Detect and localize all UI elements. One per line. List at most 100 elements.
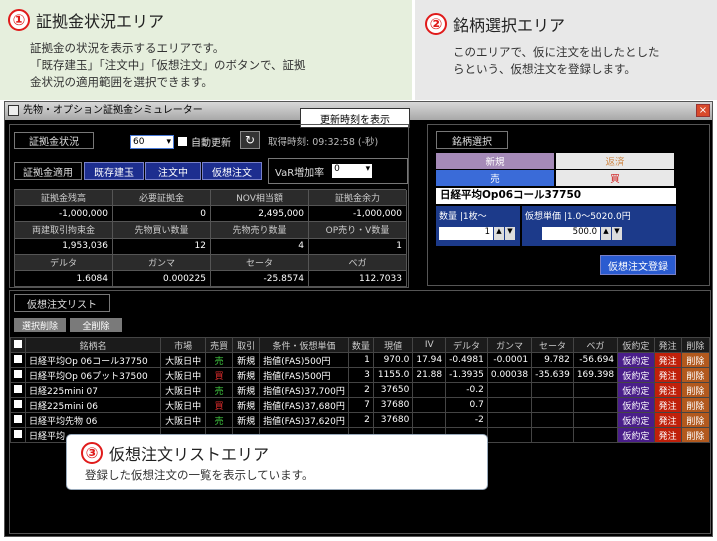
margin-grid-value: -25.8574 <box>211 270 309 288</box>
table-row[interactable]: 日経225mini 07 大阪日中売新規 指値(FAS)37,700円 2 37650 -… <box>10 382 711 398</box>
table-cell <box>531 412 574 428</box>
place-order-button[interactable]: 発注 <box>653 427 682 443</box>
margin-grid-header: ガンマ <box>113 254 211 271</box>
auto-update-checkbox[interactable] <box>178 137 187 146</box>
delete-row-button[interactable]: 削除 <box>680 382 711 398</box>
symbol-name-field[interactable]: 日経平均Op06コール37750 <box>436 188 676 204</box>
margin-grid-header: OP売り・V数量 <box>309 222 407 239</box>
qty-input[interactable]: 1 <box>439 227 493 240</box>
margin-grid-header: デルタ <box>15 254 113 271</box>
place-order-button[interactable]: 発注 <box>653 352 682 368</box>
table-cell <box>486 397 533 413</box>
panel2-desc-line1: このエリアで、仮に注文を出したとした <box>453 45 660 59</box>
refresh-button[interactable]: ↻ <box>240 131 260 149</box>
table-cell <box>412 412 447 428</box>
delete-row-button[interactable]: 削除 <box>680 412 711 428</box>
column-header: 銘柄名 <box>24 337 162 353</box>
register-virtual-order-button[interactable]: 仮想注文登録 <box>600 255 676 275</box>
table-row[interactable]: 日経平均先物 06 大阪日中売新規 指値(FAS)37,620円 2 37680 -2 仮約… <box>10 412 711 428</box>
provisional-fill-button[interactable]: 仮約定 <box>617 397 655 413</box>
settle-button[interactable]: 返済 <box>556 153 674 169</box>
place-order-button[interactable]: 発注 <box>653 412 682 428</box>
place-order-button[interactable]: 発注 <box>653 397 682 413</box>
window-title: 先物・オプション証拠金シミュレーター <box>23 105 203 116</box>
qty-box: 数量 |1枚～ 1 ▲ ▼ <box>436 206 520 246</box>
number-two-icon: ② <box>425 13 447 35</box>
var-select[interactable]: 0 ▾ <box>332 164 373 178</box>
margin-grid-value: 1,953,036 <box>15 238 113 255</box>
row-checkbox[interactable] <box>10 382 26 398</box>
virtual-order-button[interactable]: 仮想注文 <box>202 162 262 180</box>
pending-order-button[interactable]: 注文中 <box>145 162 201 180</box>
delete-all-button[interactable]: 全削除 <box>70 318 122 332</box>
existing-position-button[interactable]: 既存建玉 <box>84 162 144 180</box>
qty-down-icon[interactable]: ▼ <box>505 227 515 240</box>
panel3-description: 登録した仮想注文の一覧を表示しています。 <box>85 468 314 482</box>
select-all-checkbox[interactable] <box>10 337 26 353</box>
table-cell: 買 <box>205 397 234 413</box>
delete-row-button[interactable]: 削除 <box>680 352 711 368</box>
new-order-button[interactable]: 新規 <box>436 153 554 169</box>
margin-grid-value: 1 <box>309 238 407 255</box>
qty-up-icon[interactable]: ▲ <box>494 227 504 240</box>
price-input[interactable]: 500.0 <box>542 227 600 240</box>
table-row[interactable]: 日経225mini 06 大阪日中買新規 指値(FAS)37,680円 7 37680 0… <box>10 397 711 413</box>
column-header: 市場 <box>160 337 207 353</box>
table-cell: 買 <box>205 367 234 383</box>
margin-grid-value: 0 <box>113 206 211 223</box>
table-cell: 指値(FAS)500円 <box>259 367 349 383</box>
row-checkbox[interactable] <box>10 397 26 413</box>
margin-grid-header: 先物売り数量 <box>211 222 309 239</box>
column-header: セータ <box>531 337 574 353</box>
margin-grid-value: 112.7033 <box>309 270 407 288</box>
table-cell <box>572 412 619 428</box>
column-header: 削除 <box>680 337 711 353</box>
table-header-row: 銘柄名 市場 売買 取引 条件・仮想単価 数量 現値 IV デルタ ガンマ セータ ベガ 仮約定 発注 削除 <box>10 337 711 353</box>
table-cell: 大阪日中 <box>160 352 207 368</box>
delete-row-button[interactable]: 削除 <box>680 427 711 443</box>
table-cell: 新規 <box>232 352 261 368</box>
provisional-fill-button[interactable]: 仮約定 <box>617 352 655 368</box>
var-increase-group: VaR増加率 0 ▾ <box>268 158 408 184</box>
provisional-fill-button[interactable]: 仮約定 <box>617 427 655 443</box>
row-checkbox[interactable] <box>10 367 26 383</box>
price-up-icon[interactable]: ▲ <box>601 227 611 240</box>
table-cell: -0.0001 <box>486 352 533 368</box>
price-down-icon[interactable]: ▼ <box>612 227 622 240</box>
provisional-fill-button[interactable]: 仮約定 <box>617 412 655 428</box>
margin-status-section: 証拠金状況 60 ▾ 自動更新 ↻ 取得時刻: 09:32:58 (-秒) 証拠金… <box>9 124 409 288</box>
table-cell: 売 <box>205 382 234 398</box>
table-cell: 指値(FAS)37,680円 <box>259 397 349 413</box>
period-select-value: 60 <box>133 137 145 147</box>
table-cell: 0.7 <box>445 397 488 413</box>
table-row[interactable]: 日経平均Op 06コール37750 大阪日中売新規 指値(FAS)500円 1 970.… <box>10 352 711 368</box>
table-row[interactable]: 日経平均Op 06プット37500 大阪日中買新規 指値(FAS)500円 3 1155… <box>10 367 711 383</box>
panel3-heading: ③ 仮想注文リストエリア <box>81 441 269 465</box>
table-cell: 大阪日中 <box>160 382 207 398</box>
place-order-button[interactable]: 発注 <box>653 367 682 383</box>
buy-button[interactable]: 買 <box>556 170 674 186</box>
row-checkbox[interactable] <box>10 427 26 443</box>
margin-grid-value: 4 <box>211 238 309 255</box>
sell-button[interactable]: 売 <box>436 170 554 186</box>
delete-row-button[interactable]: 削除 <box>680 397 711 413</box>
provisional-fill-button[interactable]: 仮約定 <box>617 367 655 383</box>
provisional-fill-button[interactable]: 仮約定 <box>617 382 655 398</box>
period-select[interactable]: 60 ▾ <box>130 135 174 149</box>
virtual-order-list-title: 仮想注文リスト <box>14 294 110 312</box>
var-value: 0 <box>334 164 340 174</box>
delete-selected-button[interactable]: 選択削除 <box>14 318 66 332</box>
table-cell <box>531 397 574 413</box>
panel2-description: このエリアで、仮に注文を出したとした らという、仮想注文を登録します。 <box>453 44 660 78</box>
row-checkbox[interactable] <box>10 412 26 428</box>
margin-grid-header: 必要証拠金 <box>113 190 211 207</box>
column-header: 現値 <box>372 337 414 353</box>
delete-row-button[interactable]: 削除 <box>680 367 711 383</box>
close-button[interactable]: × <box>696 104 710 117</box>
symbol-select-title: 銘柄選択 <box>436 131 508 149</box>
margin-grid-value: 1.6084 <box>15 270 113 288</box>
place-order-button[interactable]: 発注 <box>653 382 682 398</box>
table-cell: 3 <box>347 367 374 383</box>
row-checkbox[interactable] <box>10 352 26 368</box>
column-header: ベガ <box>572 337 619 353</box>
